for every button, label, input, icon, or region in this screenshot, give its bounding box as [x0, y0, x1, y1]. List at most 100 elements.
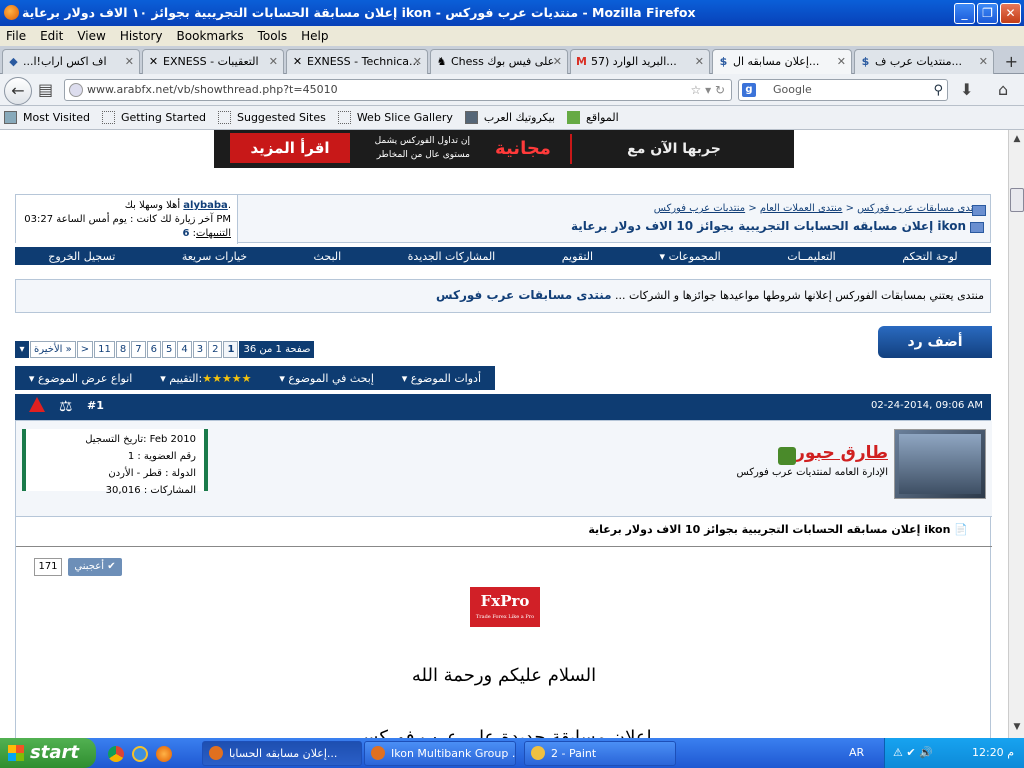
add-reply-button[interactable]: أضف رد: [878, 326, 992, 358]
nav-new-posts[interactable]: المشاركات الجديدة: [408, 250, 496, 263]
url-actions[interactable]: ☆ ▾ ↻: [691, 80, 725, 100]
tab-gmail-inbox[interactable]: M البريد الوارد (57... ✕: [570, 49, 710, 74]
history-icon[interactable]: ▤: [38, 80, 53, 99]
tab-exness-technical[interactable]: ✕ EXNESS - Technica... ✕: [286, 49, 428, 74]
report-icon[interactable]: [29, 397, 45, 412]
close-button[interactable]: ✕: [1000, 3, 1021, 24]
breadcrumb-home[interactable]: منتديات عرب فوركس: [654, 203, 745, 214]
taskbar-item-paint[interactable]: 2 - Paint: [524, 741, 676, 766]
tray-icons[interactable]: ⚠ ✔ 🔊: [893, 746, 933, 759]
firefox-icon: [4, 5, 19, 20]
pager-page[interactable]: 8: [115, 341, 131, 358]
thread-tools-menu[interactable]: ▾ أدوات الموضوع: [402, 372, 481, 385]
close-tab-icon[interactable]: ✕: [413, 50, 422, 73]
menu-view[interactable]: View: [77, 29, 105, 43]
close-tab-icon[interactable]: ✕: [695, 50, 704, 73]
start-button[interactable]: start: [0, 738, 96, 768]
firefox-icon: [209, 746, 223, 760]
avatar[interactable]: [894, 429, 986, 499]
tab-arabfx[interactable]: ◆ ...اف اكس اراب!ا ✕: [2, 49, 140, 74]
url-bar[interactable]: www.arabfx.net/vb/showthread.php?t=45010…: [64, 79, 732, 101]
bookmark-picrotech[interactable]: بيكروتيك العرب: [464, 111, 555, 124]
maximize-button[interactable]: ❐: [977, 3, 998, 24]
pager-page[interactable]: 2: [208, 341, 223, 358]
menu-bookmarks[interactable]: Bookmarks: [177, 29, 244, 43]
nav-groups[interactable]: ▾ المجموعات: [660, 250, 721, 263]
nav-help[interactable]: التعليمــات: [787, 250, 836, 263]
notices-link[interactable]: التنبيهات: [196, 228, 231, 239]
like-button[interactable]: أعجبني ✔: [68, 558, 122, 576]
windows-icon: [8, 745, 24, 761]
new-tab-button[interactable]: +: [1005, 52, 1018, 71]
menu-tools[interactable]: Tools: [258, 29, 288, 43]
vertical-scrollbar[interactable]: ▲ ▼: [1008, 130, 1024, 738]
language-indicator[interactable]: AR: [849, 738, 864, 768]
firefox-icon[interactable]: [156, 746, 172, 762]
pager-page[interactable]: 3: [192, 341, 208, 358]
back-button[interactable]: ←: [4, 77, 32, 105]
welcome-username[interactable]: alybaba: [183, 200, 228, 211]
close-tab-icon[interactable]: ✕: [553, 50, 562, 73]
banner-read-more[interactable]: اقرأ المزيد: [230, 133, 350, 163]
menu-edit[interactable]: Edit: [40, 29, 63, 43]
pager-summary[interactable]: صفحة 1 من 36: [239, 341, 315, 358]
dropdown-icon: ▾: [659, 249, 666, 263]
paint-icon: [531, 746, 545, 760]
scroll-up-icon[interactable]: ▲: [1011, 134, 1023, 146]
search-icon[interactable]: ⚲: [933, 81, 943, 101]
search-input[interactable]: g Google ⚲: [738, 79, 948, 101]
gmail-icon: M: [576, 55, 587, 68]
post-number[interactable]: #1: [87, 399, 104, 412]
close-tab-icon[interactable]: ✕: [837, 50, 846, 73]
nav-search[interactable]: البحث: [314, 250, 342, 263]
rating-menu[interactable]: ▾ التقييم:★★★★★: [160, 372, 251, 385]
pager-menu-icon[interactable]: ▾: [15, 341, 29, 358]
menu-history[interactable]: History: [120, 29, 163, 43]
tab-arabfx-forums[interactable]: $ منتديات عرب ف... ✕: [854, 49, 994, 74]
breadcrumb-box: أهلا وسهلا بك alybaba. آخر زيارة لك كانت…: [15, 194, 991, 244]
ad-banner[interactable]: اقرأ المزيد إن تداول الفوركس يشمل مستوى …: [214, 130, 794, 168]
ie-icon[interactable]: [132, 746, 148, 762]
pager-page[interactable]: 6: [146, 341, 161, 358]
display-modes-menu[interactable]: ▾ انواع عرض الموضوع: [29, 372, 132, 385]
bookmark-sites[interactable]: المواقع: [567, 111, 619, 124]
bookmark-web-slice[interactable]: Web Slice Gallery: [337, 111, 453, 124]
dollar-icon: $: [719, 55, 728, 68]
close-tab-icon[interactable]: ✕: [125, 50, 134, 73]
breadcrumb: منتدى مسابقات عرب فوركس < منتدى العملات …: [653, 203, 982, 214]
breadcrumb-general[interactable]: منتدى العملات العام: [760, 203, 843, 214]
tab-current-thread[interactable]: $ إعلان مسابقه ال... ✕: [712, 49, 852, 74]
bookmark-getting-started[interactable]: Getting Started: [101, 111, 206, 124]
close-tab-icon[interactable]: ✕: [979, 50, 988, 73]
pager-last[interactable]: الأخيرة »: [30, 341, 76, 358]
close-tab-icon[interactable]: ✕: [269, 50, 278, 73]
pager-page[interactable]: 7: [131, 341, 146, 358]
pager-next[interactable]: >: [76, 341, 94, 358]
nav-quick-options[interactable]: خيارات سريعة: [182, 250, 247, 263]
nav-calendar[interactable]: التقويم: [562, 250, 593, 263]
stat-posts: المشاركات : 30,016: [105, 485, 196, 496]
pager-page[interactable]: 4: [177, 341, 192, 358]
bookmark-most-visited[interactable]: Most Visited: [4, 111, 90, 124]
tab-exness-comments[interactable]: ✕ EXNESS - التعقيبات ✕: [142, 49, 284, 74]
home-icon[interactable]: ⌂: [998, 80, 1008, 99]
nav-logout[interactable]: تسجيل الخروج: [48, 250, 115, 263]
menu-help[interactable]: Help: [301, 29, 328, 43]
pager-page[interactable]: 5: [161, 341, 177, 358]
scroll-down-icon[interactable]: ▼: [1011, 722, 1023, 734]
taskbar-item-firefox[interactable]: إعلان مسابقه الحسابا...: [202, 741, 362, 766]
search-thread-menu[interactable]: ▾ إبحث في الموضوع: [279, 372, 374, 385]
tab-chess-facebook[interactable]: ♞ Chess على فيس بوك ✕: [430, 49, 568, 74]
pager-page[interactable]: 11: [94, 341, 115, 358]
download-icon[interactable]: ⬇: [960, 80, 973, 99]
minimize-button[interactable]: _: [954, 3, 975, 24]
taskbar-item-ikon[interactable]: Ikon Multibank Group ...: [364, 741, 516, 766]
nav-control-panel[interactable]: لوحة التحكم: [902, 250, 957, 263]
scale-icon[interactable]: ⚖: [59, 397, 72, 415]
bookmark-suggested-sites[interactable]: Suggested Sites: [218, 111, 326, 124]
post-username[interactable]: طارق حبور: [795, 443, 888, 463]
breadcrumb-contests[interactable]: منتدى مسابقات عرب فوركس: [857, 203, 982, 214]
chrome-icon[interactable]: [108, 746, 124, 762]
scroll-thumb[interactable]: [1010, 188, 1024, 212]
menu-file[interactable]: File: [6, 29, 26, 43]
